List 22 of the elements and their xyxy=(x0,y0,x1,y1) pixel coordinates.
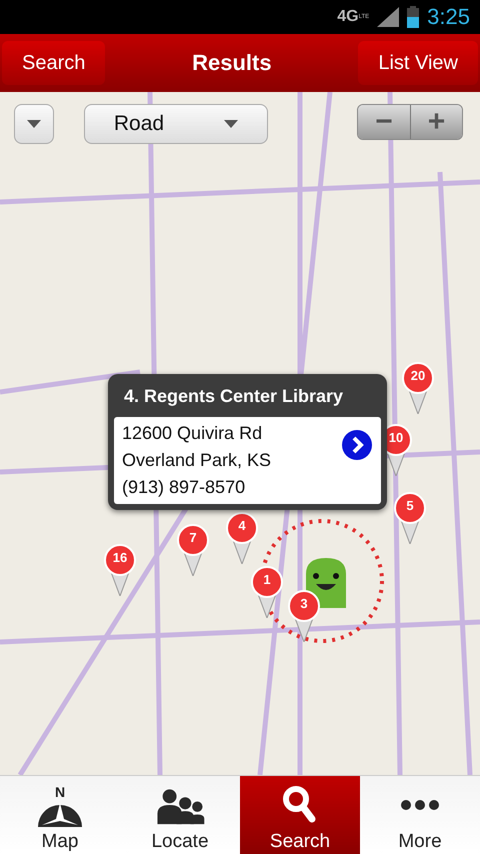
phone-number: (913) 897-8570 xyxy=(122,477,246,498)
address-line: Overland Park, KS xyxy=(122,450,272,471)
search-button[interactable]: Search xyxy=(2,41,106,85)
map-type-dropdown[interactable]: Road xyxy=(84,104,268,144)
zoom-out-button[interactable]: − xyxy=(358,105,410,139)
nav-tab[interactable]: Search xyxy=(240,776,360,854)
address-line: 12600 Quivira Rd xyxy=(122,423,264,444)
list-view-button[interactable]: List View xyxy=(358,41,478,85)
nav-tab[interactable]: More xyxy=(360,776,480,854)
clock: 3:25 xyxy=(427,4,470,30)
more-icon xyxy=(401,800,439,810)
network-type: 4G xyxy=(337,8,359,26)
zoom-in-button[interactable]: + xyxy=(410,105,462,139)
dropdown-button[interactable] xyxy=(14,104,54,144)
popup-title: 4. Regents Center Library xyxy=(123,385,344,408)
battery-icon xyxy=(407,6,420,28)
nav-tab[interactable]: N Map xyxy=(0,776,120,854)
screen-title: Results xyxy=(192,50,272,76)
caret-icon xyxy=(27,120,41,128)
nav-tab[interactable]: Locate xyxy=(120,776,240,854)
signal-icon xyxy=(377,7,400,27)
caret-icon xyxy=(224,120,238,128)
